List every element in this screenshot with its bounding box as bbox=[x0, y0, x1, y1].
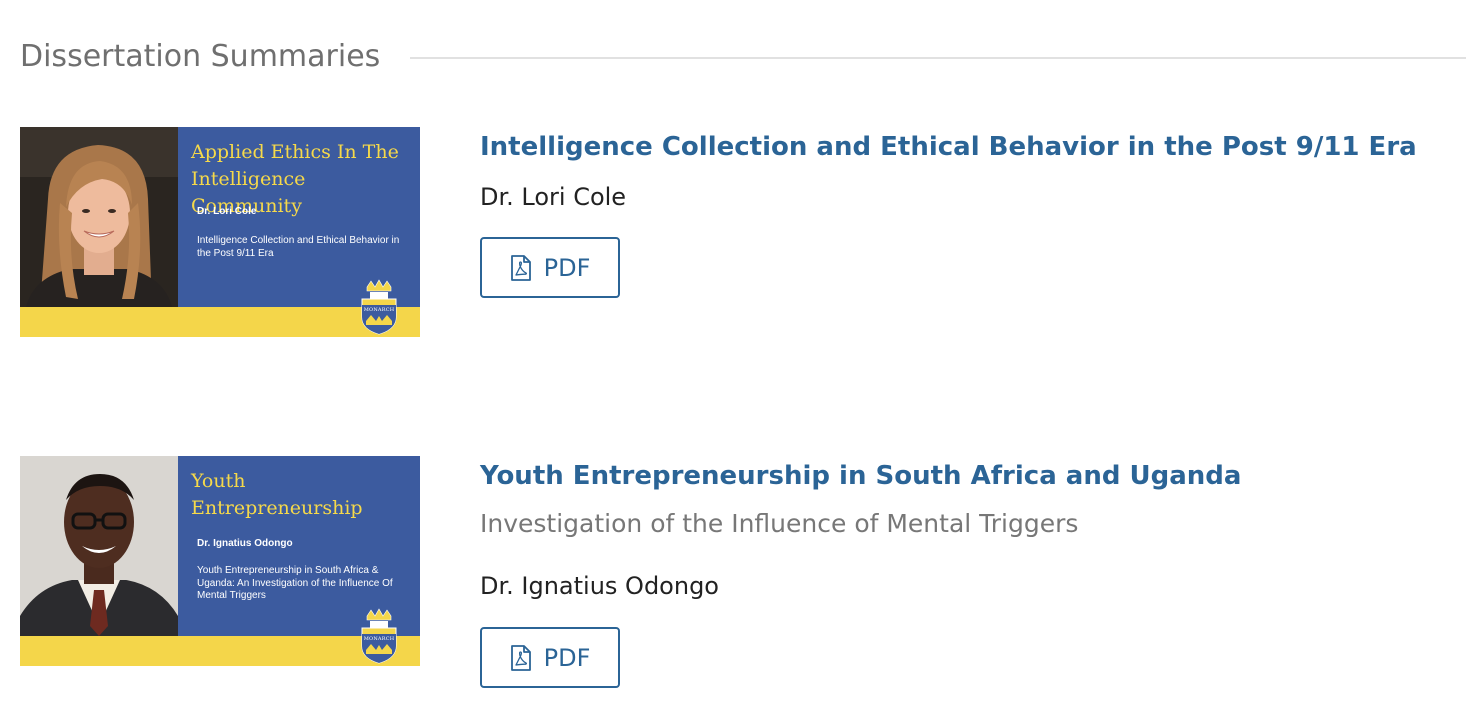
dissertation-subtitle: Investigation of the Influence of Mental… bbox=[480, 509, 1079, 538]
author-photo bbox=[20, 127, 178, 307]
dissertation-item: Applied Ethics In The Intelligence Commu… bbox=[20, 127, 1466, 337]
pdf-button-label: PDF bbox=[543, 253, 591, 282]
dissertation-thumbnail[interactable]: Youth Entrepreneurship Dr. Ignatius Odon… bbox=[20, 456, 420, 666]
dissertation-thumbnail[interactable]: Applied Ethics In The Intelligence Commu… bbox=[20, 127, 420, 337]
dissertation-item: Youth Entrepreneurship Dr. Ignatius Odon… bbox=[20, 456, 1466, 696]
section-header: Dissertation Summaries bbox=[20, 36, 1466, 80]
monarch-crest-icon: MONARCH bbox=[358, 608, 400, 664]
thumbnail-heading: Youth Entrepreneurship bbox=[191, 470, 363, 519]
dissertation-author: Dr. Ignatius Odongo bbox=[480, 572, 719, 600]
thumbnail-author: Dr. Ignatius Odongo bbox=[197, 538, 293, 549]
pdf-download-button[interactable]: PDF bbox=[480, 627, 620, 688]
author-photo bbox=[20, 456, 178, 636]
section-title: Dissertation Summaries bbox=[20, 39, 381, 74]
dissertation-title-link[interactable]: Intelligence Collection and Ethical Beha… bbox=[480, 130, 1417, 164]
crest-label: MONARCH bbox=[363, 307, 395, 313]
crest-label: MONARCH bbox=[363, 636, 395, 642]
pdf-button-label: PDF bbox=[543, 643, 591, 672]
pdf-file-icon bbox=[510, 254, 531, 281]
thumbnail-description: Youth Entrepreneurship in South Africa &… bbox=[197, 565, 393, 601]
thumbnail-author: Dr. Lori Cole bbox=[197, 206, 257, 217]
pdf-file-icon bbox=[510, 644, 531, 671]
pdf-download-button[interactable]: PDF bbox=[480, 237, 620, 298]
section-divider bbox=[410, 57, 1466, 59]
dissertation-author: Dr. Lori Cole bbox=[480, 183, 627, 211]
thumbnail-description: Intelligence Collection and Ethical Beha… bbox=[197, 235, 400, 259]
dissertation-title-link[interactable]: Youth Entrepreneurship in South Africa a… bbox=[480, 459, 1241, 493]
monarch-crest-icon: MONARCH bbox=[358, 279, 400, 335]
